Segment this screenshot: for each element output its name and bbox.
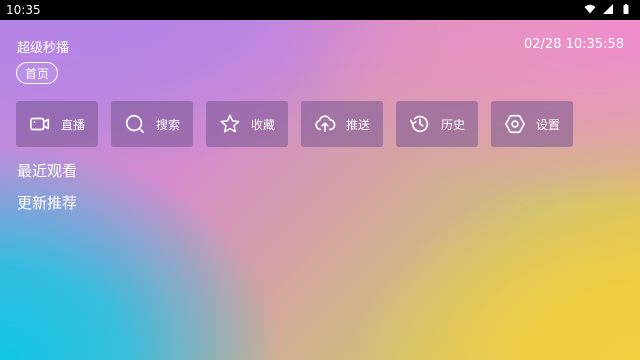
signal-icon	[603, 4, 613, 14]
push-button-label: 推送	[345, 117, 370, 132]
push-button[interactable]: 推送	[301, 101, 383, 147]
tab-home[interactable]: 首页	[16, 62, 59, 84]
app-title: 超级秒播	[17, 41, 70, 56]
settings-button-label: 设置	[535, 117, 560, 132]
history-button-label: 历史	[440, 117, 465, 132]
history-icon	[409, 115, 429, 133]
star-icon	[220, 114, 240, 133]
search-icon	[125, 114, 145, 134]
favorites-button-label: 收藏	[250, 117, 275, 132]
clock: 02/28 10:35:58	[524, 37, 624, 52]
search-button-label: 搜索	[155, 117, 180, 132]
battery-icon	[623, 4, 629, 14]
settings-button[interactable]: 设置	[491, 101, 573, 147]
section-updates-title: 更新推荐	[17, 194, 78, 212]
live-button[interactable]: 直播	[16, 101, 98, 147]
live-button-label: 直播	[60, 117, 85, 132]
history-button[interactable]: 历史	[396, 101, 478, 147]
section-recent-title: 最近观看	[17, 162, 78, 180]
video-camera-icon	[29, 117, 50, 131]
settings-hexagon-icon	[504, 114, 525, 134]
status-icons	[584, 3, 632, 15]
wifi-icon	[584, 4, 596, 14]
cloud-upload-icon	[315, 115, 336, 133]
favorites-button[interactable]: 收藏	[206, 101, 288, 147]
search-button[interactable]: 搜索	[111, 101, 193, 147]
background-gradient	[0, 0, 640, 360]
status-bar: 10:35	[0, 0, 640, 20]
main-menu: 直播 搜索 收藏 推送 历史 设置	[16, 101, 573, 147]
status-time: 10:35	[6, 3, 41, 17]
